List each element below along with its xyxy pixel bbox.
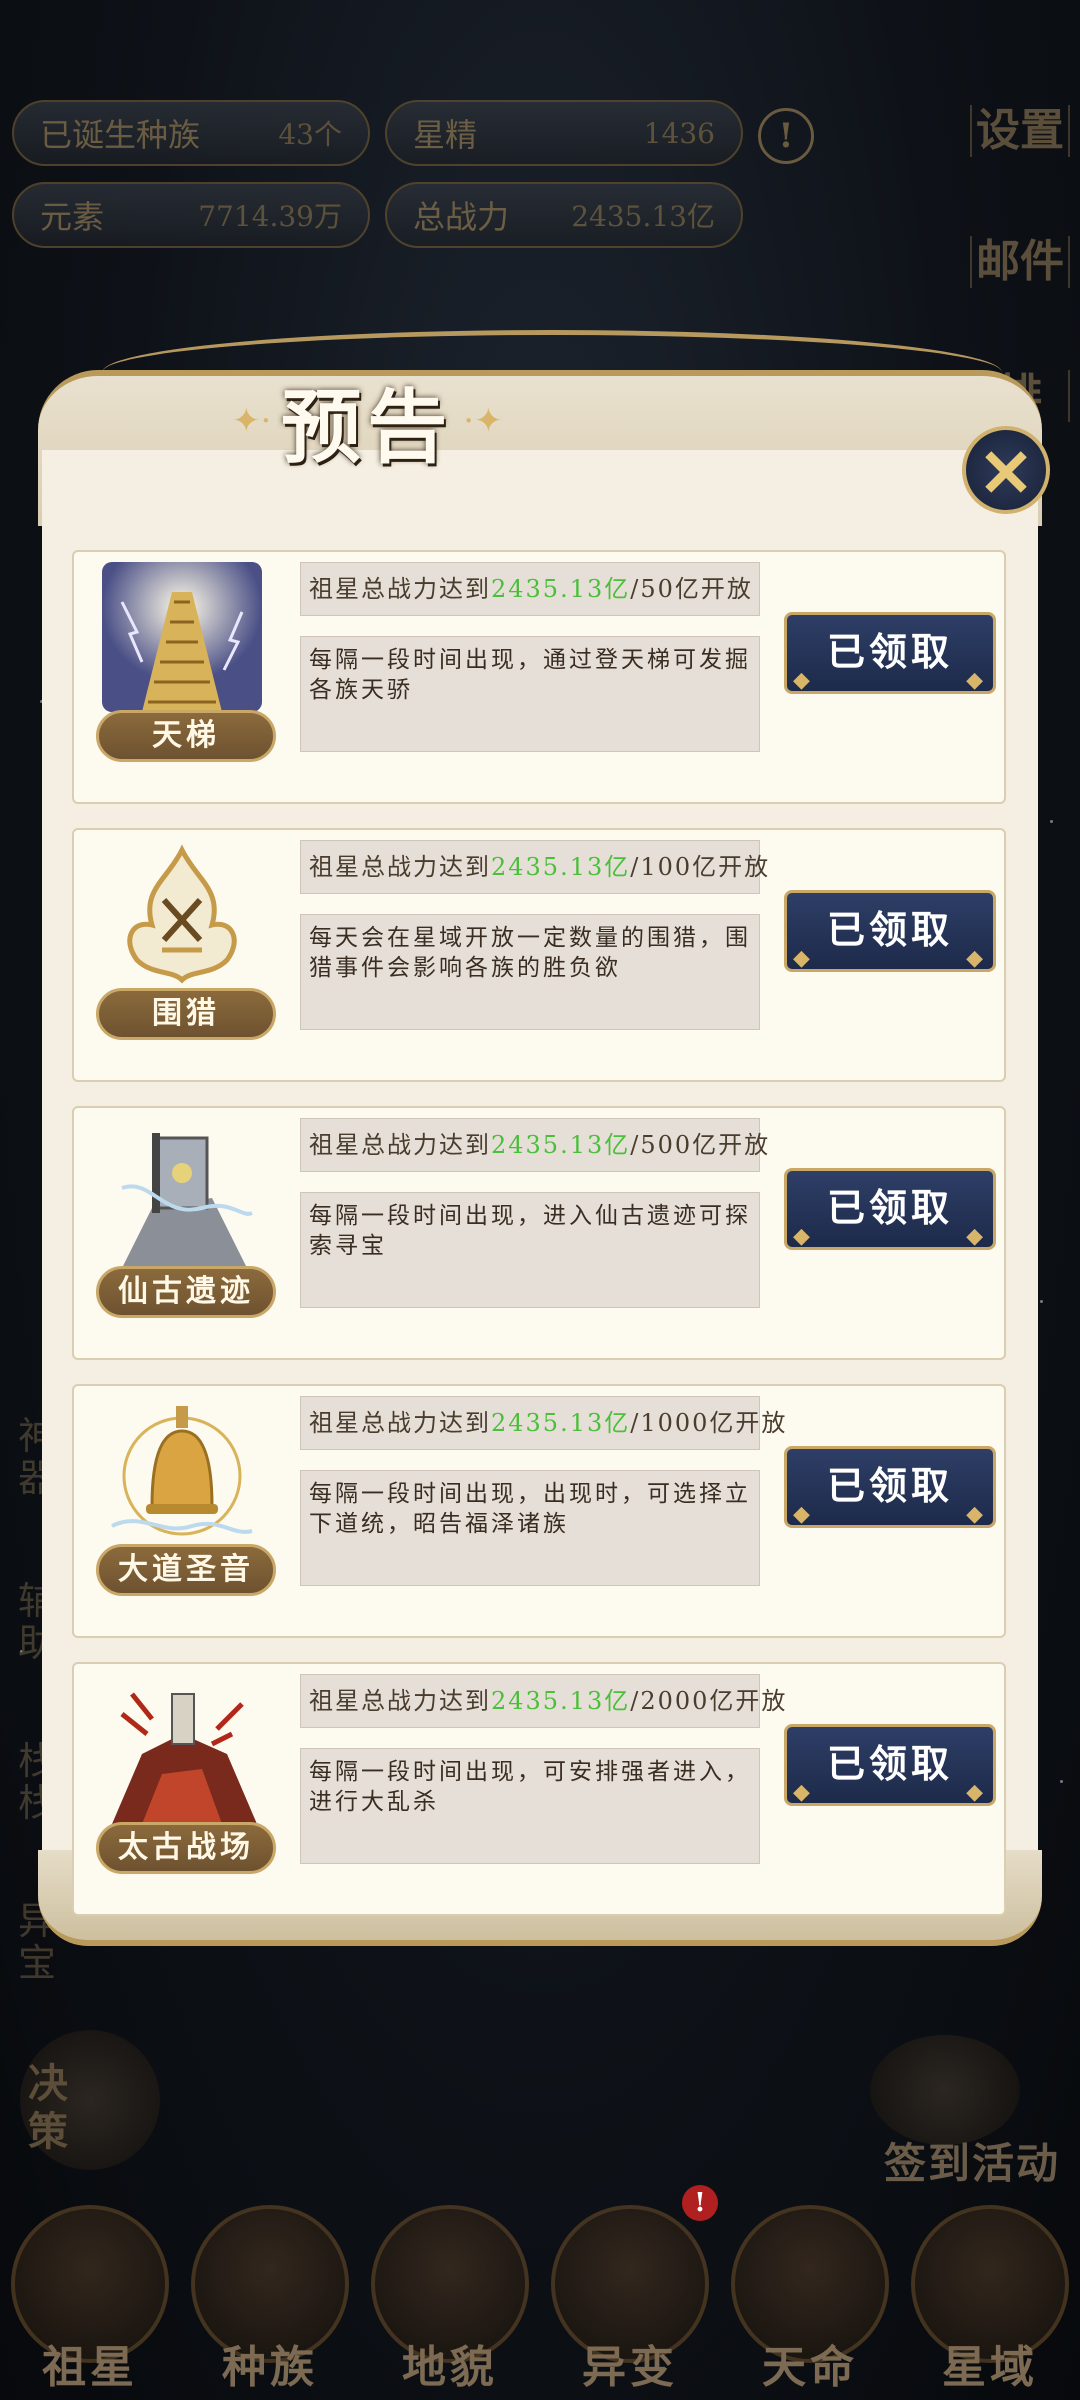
nav-mutation[interactable]: 异变 bbox=[550, 2205, 710, 2395]
feature-card-ladder: 天梯 祖星总战力达到2435.13亿/50亿开放 每隔一段时间出现，通过登天梯可… bbox=[72, 550, 1006, 804]
button-ornament-left-icon: ◆ bbox=[793, 1779, 814, 1805]
button-ornament-left-icon: ◆ bbox=[793, 667, 814, 693]
nav-mutation-label: 异变 bbox=[582, 2342, 678, 2393]
condition-target: /100亿开放 bbox=[630, 853, 771, 881]
nav-race-label: 种族 bbox=[222, 2342, 318, 2393]
condition-prefix: 祖星总战力达到 bbox=[309, 853, 491, 881]
claimed-button[interactable]: ◆ 已领取 ◆ bbox=[784, 890, 996, 972]
condition-target: /50亿开放 bbox=[630, 575, 753, 603]
unlock-condition: 祖星总战力达到2435.13亿/100亿开放 bbox=[300, 840, 768, 894]
button-ornament-right-icon: ◆ bbox=[966, 945, 987, 971]
checkin-icon[interactable] bbox=[870, 2035, 1020, 2145]
condition-current-value: 2435.13亿 bbox=[491, 1687, 631, 1715]
stat-star-essence-label: 星精 bbox=[413, 116, 478, 154]
claimed-button-label: 已领取 bbox=[826, 629, 953, 674]
nav-starfield-label: 星域 bbox=[942, 2342, 1038, 2393]
feature-description: 每隔一段时间出现，通过登天梯可发掘各族天骄 bbox=[300, 636, 760, 752]
feature-name-label: 仙古遗迹 bbox=[96, 1266, 276, 1318]
button-ornament-right-icon: ◆ bbox=[966, 667, 987, 693]
condition-target: /2000亿开放 bbox=[630, 1687, 788, 1715]
ladder-icon bbox=[102, 562, 262, 712]
claimed-button[interactable]: ◆ 已领取 ◆ bbox=[784, 1168, 996, 1250]
feature-card-holy-sound: 大道圣音 祖星总战力达到2435.13亿/1000亿开放 每隔一段时间出现，出现… bbox=[72, 1384, 1006, 1638]
button-ornament-right-icon: ◆ bbox=[966, 1779, 987, 1805]
stat-total-power-label: 总战力 bbox=[413, 198, 510, 236]
nav-homestar[interactable]: 祖星 bbox=[10, 2205, 170, 2395]
condition-prefix: 祖星总战力达到 bbox=[309, 1131, 491, 1159]
condition-target: /1000亿开放 bbox=[630, 1409, 788, 1437]
nav-terrain-label: 地貌 bbox=[402, 2342, 498, 2393]
claimed-button-label: 已领取 bbox=[826, 1463, 953, 1508]
unlock-condition: 祖星总战力达到2435.13亿/500亿开放 bbox=[300, 1118, 768, 1172]
condition-current-value: 2435.13亿 bbox=[491, 853, 631, 881]
condition-prefix: 祖星总战力达到 bbox=[309, 1687, 491, 1715]
preview-dialog: ✦· 预告 ·✦ ✕ 天梯 祖星总战力达到2435.13亿/50亿开放 每隔一段… bbox=[38, 330, 1050, 1980]
mail-button[interactable]: 邮件 bbox=[970, 236, 1070, 288]
nav-terrain[interactable]: 地貌 bbox=[370, 2205, 530, 2395]
unlock-condition: 祖星总战力达到2435.13亿/2000亿开放 bbox=[300, 1674, 785, 1728]
condition-current-value: 2435.13亿 bbox=[491, 575, 631, 603]
button-ornament-left-icon: ◆ bbox=[793, 1501, 814, 1527]
mutation-alert-badge: ! bbox=[682, 2185, 718, 2221]
feature-description: 每隔一段时间出现，可安排强者进入，进行大乱杀 bbox=[300, 1748, 760, 1864]
info-warning-icon[interactable]: ! bbox=[758, 108, 814, 164]
button-ornament-left-icon: ◆ bbox=[793, 945, 814, 971]
nav-fate[interactable]: 天命 bbox=[730, 2205, 890, 2395]
button-ornament-right-icon: ◆ bbox=[966, 1501, 987, 1527]
stat-elements-label: 元素 bbox=[40, 198, 105, 236]
stat-elements-value: 7714.39万 bbox=[198, 200, 342, 233]
button-ornament-left-icon: ◆ bbox=[793, 1223, 814, 1249]
feature-description: 每天会在星域开放一定数量的围猎，围猎事件会影响各族的胜负欲 bbox=[300, 914, 760, 1030]
nav-homestar-label: 祖星 bbox=[42, 2342, 138, 2393]
dialog-title-wrap: ✦· 预告 ·✦ bbox=[222, 376, 513, 474]
stat-born-races-label: 已诞生种族 bbox=[40, 116, 201, 154]
feature-name-label: 围猎 bbox=[96, 988, 276, 1040]
checkin-label[interactable]: 签到活动 bbox=[884, 2130, 1060, 2191]
condition-current-value: 2435.13亿 bbox=[491, 1409, 631, 1437]
claimed-button[interactable]: ◆ 已领取 ◆ bbox=[784, 1446, 996, 1528]
stat-total-power-value: 2435.13亿 bbox=[571, 200, 715, 233]
condition-current-value: 2435.13亿 bbox=[491, 1131, 631, 1159]
button-ornament-right-icon: ◆ bbox=[966, 1223, 987, 1249]
ancient-battlefield-icon bbox=[102, 1674, 262, 1824]
feature-card-hunt: 围猎 祖星总战力达到2435.13亿/100亿开放 每天会在星域开放一定数量的围… bbox=[72, 828, 1006, 1082]
close-button[interactable]: ✕ bbox=[962, 426, 1050, 514]
nav-fate-label: 天命 bbox=[762, 2342, 858, 2393]
dialog-title: 预告 bbox=[281, 380, 454, 474]
ancient-ruins-icon bbox=[102, 1118, 262, 1268]
feature-name-label: 太古战场 bbox=[96, 1822, 276, 1874]
claimed-button[interactable]: ◆ 已领取 ◆ bbox=[784, 612, 996, 694]
stat-born-races: 已诞生种族 43个 bbox=[12, 100, 370, 166]
nav-race[interactable]: 种族 bbox=[190, 2205, 350, 2395]
claimed-button-label: 已领取 bbox=[826, 1741, 953, 1786]
golden-bell-icon bbox=[102, 1396, 262, 1546]
title-ornament-right-icon: ·✦ bbox=[463, 401, 503, 441]
stat-star-essence-value: 1436 bbox=[643, 116, 715, 150]
feature-name-label: 大道圣音 bbox=[96, 1544, 276, 1596]
stat-star-essence: 星精 1436 bbox=[385, 100, 743, 166]
feature-list: 天梯 祖星总战力达到2435.13亿/50亿开放 每隔一段时间出现，通过登天梯可… bbox=[72, 550, 1006, 1940]
unlock-condition: 祖星总战力达到2435.13亿/1000亿开放 bbox=[300, 1396, 785, 1450]
condition-target: /500亿开放 bbox=[630, 1131, 771, 1159]
stat-elements: 元素 7714.39万 bbox=[12, 182, 370, 248]
hunt-flame-emblem-icon bbox=[102, 840, 262, 990]
feature-card-battlefield: 太古战场 祖星总战力达到2435.13亿/2000亿开放 每隔一段时间出现，可安… bbox=[72, 1662, 1006, 1916]
condition-prefix: 祖星总战力达到 bbox=[309, 575, 491, 603]
unlock-condition: 祖星总战力达到2435.13亿/50亿开放 bbox=[300, 562, 760, 616]
claimed-button-label: 已领取 bbox=[826, 907, 953, 952]
settings-button[interactable]: 设置 bbox=[970, 105, 1070, 157]
feature-description: 每隔一段时间出现，出现时，可选择立下道统，昭告福泽诸族 bbox=[300, 1470, 760, 1586]
nav-starfield[interactable]: 星域 bbox=[910, 2205, 1070, 2395]
feature-card-ruins: 仙古遗迹 祖星总战力达到2435.13亿/500亿开放 每隔一段时间出现，进入仙… bbox=[72, 1106, 1006, 1360]
claimed-button-label: 已领取 bbox=[826, 1185, 953, 1230]
feature-name-label: 天梯 bbox=[96, 710, 276, 762]
feature-description: 每隔一段时间出现，进入仙古遗迹可探索寻宝 bbox=[300, 1192, 760, 1308]
claimed-button[interactable]: ◆ 已领取 ◆ bbox=[784, 1724, 996, 1806]
decision-label[interactable]: 决策 bbox=[28, 2060, 68, 2156]
stat-born-races-value: 43个 bbox=[278, 118, 342, 151]
title-ornament-left-icon: ✦· bbox=[232, 401, 272, 441]
stat-total-power: 总战力 2435.13亿 bbox=[385, 182, 743, 248]
condition-prefix: 祖星总战力达到 bbox=[309, 1409, 491, 1437]
